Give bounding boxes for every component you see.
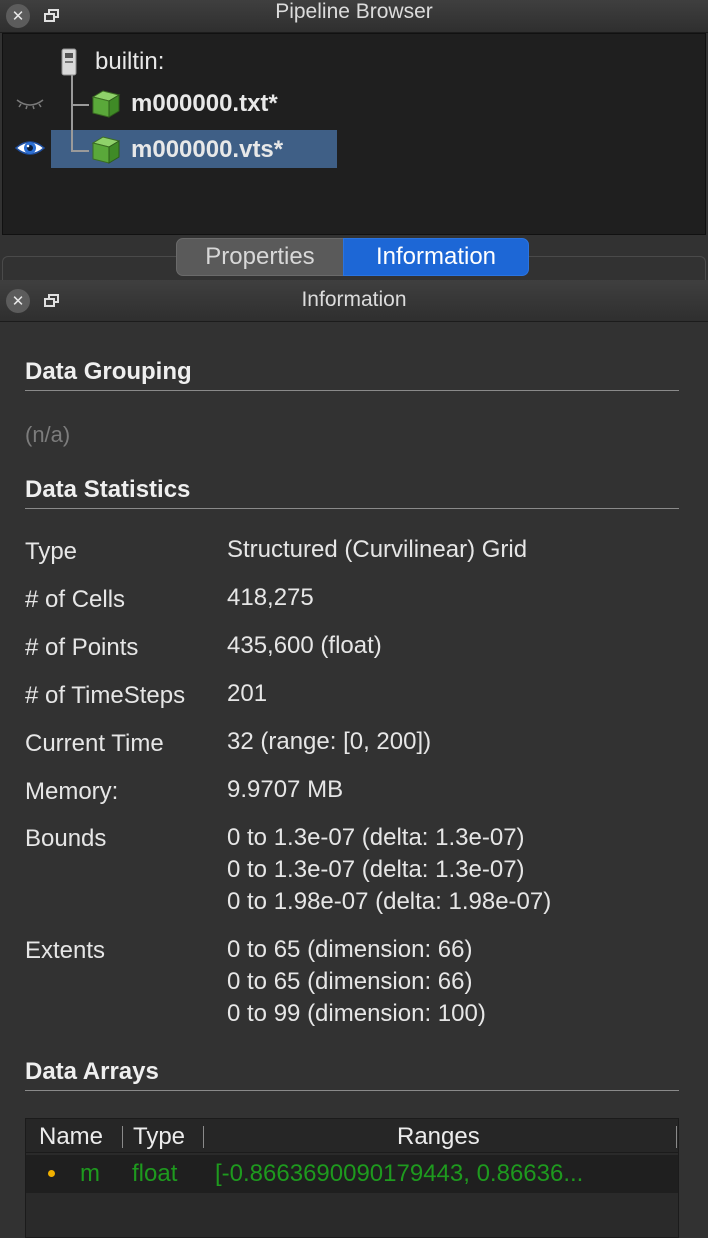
section-header-data-statistics: Data Statistics [25,476,679,509]
information-title: Information [301,288,407,311]
tree-item-label: m000000.vts* [131,136,284,163]
stat-label-bounds: Bounds [25,825,107,852]
tab-information[interactable]: Information [343,238,529,276]
stat-label-extents: Extents [25,937,106,964]
tree-connector [71,150,89,152]
stat-label: # of TimeSteps [25,682,186,709]
column-separator[interactable] [203,1126,204,1148]
column-header-type[interactable]: Type [133,1123,185,1151]
data-grouping-value: (n/a) [25,422,71,447]
tree-item-label: m000000.txt* [131,90,278,117]
stat-label: Memory: [25,778,119,805]
stat-value: 435,600 (float) [227,632,382,659]
stat-value: 201 [227,680,268,707]
tab-properties[interactable]: Properties [176,238,344,276]
bounds-value: 0 to 1.3e-07 (delta: 1.3e-07) [227,856,525,883]
data-arrays-table[interactable]: Name Type Ranges m float [-0.86636900901… [25,1118,679,1238]
bounds-value: 0 to 1.3e-07 (delta: 1.3e-07) [227,824,525,851]
stat-label: # of Points [25,634,139,661]
visibility-hidden-icon[interactable] [15,92,45,112]
array-type: float [132,1160,178,1187]
array-name: m [80,1160,100,1187]
stat-value: Structured (Curvilinear) Grid [227,536,528,563]
tree-item-m000000-vts[interactable]: m000000.vts* [89,132,283,168]
column-header-name[interactable]: Name [39,1123,103,1151]
array-ranges: [-0.8663690090179443, 0.86636... [215,1160,584,1187]
stat-label: # of Cells [25,586,126,613]
pipeline-browser-titlebar: ✕ Pipeline Browser [0,0,708,33]
dataset-cube-icon [91,90,121,118]
stat-value: 418,275 [227,584,314,611]
tree-connector [71,72,73,152]
stat-label: Type [25,538,78,565]
pipeline-tree: builtin: m000000.txt* m000000.vts* [2,33,706,235]
tree-item-m000000-txt[interactable]: m000000.txt* [89,86,278,122]
information-titlebar: ✕ Information [0,280,708,322]
column-header-ranges[interactable]: Ranges [397,1123,480,1151]
visibility-visible-icon[interactable] [15,138,45,158]
tree-connector [71,104,89,106]
extents-value: 0 to 65 (dimension: 66) [227,968,473,995]
column-separator[interactable] [676,1126,677,1148]
column-separator[interactable] [122,1126,123,1148]
information-content: Data Grouping (n/a) Data Statistics Type… [0,322,708,1238]
tree-item-builtin[interactable]: builtin: [59,44,164,80]
section-header-data-arrays: Data Arrays [25,1058,679,1091]
section-header-data-grouping: Data Grouping [25,358,679,391]
point-data-icon [48,1170,55,1177]
table-row[interactable]: m float [-0.8663690090179443, 0.86636... [26,1155,678,1193]
stat-value: 32 (range: [0, 200]) [227,728,432,755]
stat-label: Current Time [25,730,164,757]
server-icon [61,48,77,76]
bounds-value: 0 to 1.98e-07 (delta: 1.98e-07) [227,888,552,915]
extents-value: 0 to 65 (dimension: 66) [227,936,473,963]
panel-tabstrip: Properties Information [0,236,708,280]
stat-value: 9.9707 MB [227,776,344,803]
dataset-cube-icon [91,136,121,164]
tree-item-label: builtin: [95,48,165,75]
table-header: Name Type Ranges [26,1119,678,1153]
pipeline-browser-title: Pipeline Browser [275,0,433,23]
extents-value: 0 to 99 (dimension: 100) [227,1000,486,1027]
